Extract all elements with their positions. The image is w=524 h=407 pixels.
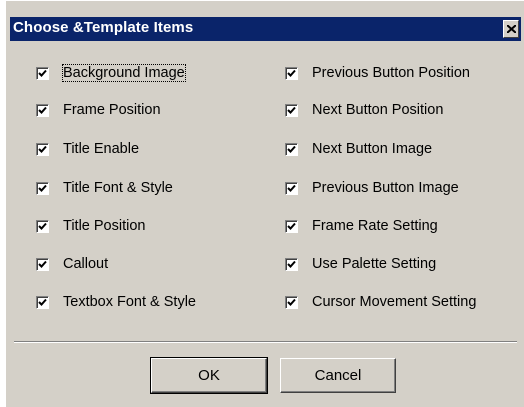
cancel-button[interactable]: Cancel	[280, 358, 396, 393]
checkmark-icon	[38, 222, 47, 230]
checkbox-box[interactable]	[36, 104, 49, 117]
checkbox-label: Title Position	[63, 218, 146, 234]
checkbox-box[interactable]	[36, 67, 49, 80]
checkbox-label: Textbox Font & Style	[63, 294, 196, 310]
checkmark-icon	[287, 222, 296, 230]
checkbox-box[interactable]	[285, 296, 298, 309]
checkmark-icon	[38, 298, 47, 306]
checkmark-icon	[287, 260, 296, 268]
checkbox-label: Cursor Movement Setting	[312, 294, 477, 310]
checkbox-label: Use Palette Setting	[312, 256, 437, 272]
checkbox-label: Title Font & Style	[63, 180, 173, 196]
checkmark-icon	[38, 260, 47, 268]
checkmark-icon	[287, 145, 296, 153]
checkbox-box[interactable]	[285, 220, 298, 233]
checkmark-icon	[38, 106, 47, 114]
template-items-dialog: Choose &Template Items Background Image …	[5, 0, 524, 407]
checkbox-box[interactable]	[36, 296, 49, 309]
checkmark-icon	[38, 184, 47, 192]
checkbox-label: Frame Position	[63, 102, 161, 118]
checkbox-box[interactable]	[36, 258, 49, 271]
divider	[14, 341, 517, 343]
checkbox-label: Title Enable	[63, 141, 140, 157]
checkbox-box[interactable]	[285, 182, 298, 195]
checkmark-icon	[38, 145, 47, 153]
checkmark-icon	[287, 106, 296, 114]
checkbox-label: Next Button Image	[312, 141, 433, 157]
dialog-titlebar[interactable]: Choose &Template Items	[10, 17, 521, 41]
dialog-title: Choose &Template Items	[13, 19, 194, 36]
checkbox-label: Background Image	[62, 64, 186, 82]
checkbox-box[interactable]	[36, 143, 49, 156]
checkbox-label: Previous Button Position	[312, 65, 470, 81]
checkbox-label: Callout	[63, 256, 109, 272]
checkbox-label: Next Button Position	[312, 102, 444, 118]
checkbox-label: Previous Button Image	[312, 180, 459, 196]
close-button[interactable]	[503, 20, 519, 38]
checkbox-label: Frame Rate Setting	[312, 218, 438, 234]
checkmark-icon	[287, 298, 296, 306]
checkmark-icon	[287, 184, 296, 192]
close-icon	[507, 25, 516, 33]
checkbox-box[interactable]	[36, 220, 49, 233]
checkbox-box[interactable]	[36, 182, 49, 195]
checkmark-icon	[38, 69, 47, 77]
checkbox-box[interactable]	[285, 258, 298, 271]
checkbox-box[interactable]	[285, 143, 298, 156]
checkbox-box[interactable]	[285, 67, 298, 80]
ok-button[interactable]: OK	[150, 357, 268, 394]
checkmark-icon	[287, 69, 296, 77]
checkbox-box[interactable]	[285, 104, 298, 117]
